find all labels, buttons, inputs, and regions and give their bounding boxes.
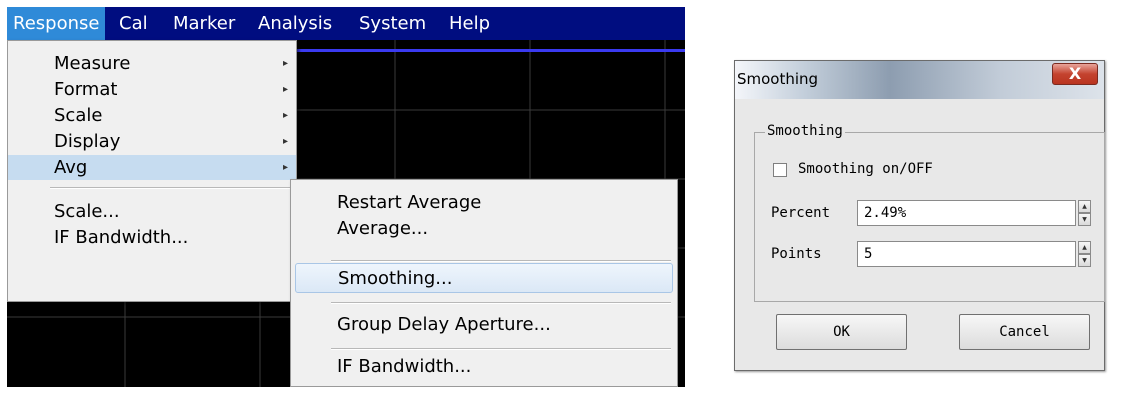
menu-item-avg[interactable]: Avg ▸ [8, 155, 296, 180]
submenu-arrow-icon: ▸ [282, 84, 288, 95]
submenu-arrow-icon: ▸ [282, 58, 288, 69]
menu-item-display[interactable]: Display ▸ [8, 129, 296, 154]
menu-item-label: Format [54, 79, 118, 100]
groupbox-label: Smoothing [765, 123, 845, 139]
menu-item-label: Measure [54, 53, 131, 74]
points-spinner: ▲ ▼ [1078, 241, 1091, 267]
smoothing-checkbox-label[interactable]: Smoothing on/OFF [798, 161, 933, 177]
analyzer-window: Response Cal Marker Analysis System Help… [7, 7, 685, 387]
submenu-arrow-icon: ▸ [282, 136, 288, 147]
spin-up-button[interactable]: ▲ [1078, 241, 1091, 254]
spin-up-button[interactable]: ▲ [1078, 200, 1091, 213]
trace-line [293, 49, 685, 52]
spin-down-button[interactable]: ▼ [1078, 254, 1091, 267]
menu-item-scale-dialog[interactable]: Scale... [8, 199, 296, 224]
menu-analysis[interactable]: Analysis [252, 7, 338, 40]
cancel-button[interactable]: Cancel [959, 314, 1090, 350]
menu-separator [331, 348, 671, 350]
smoothing-checkbox[interactable] [773, 163, 787, 177]
submenu-arrow-icon: ▸ [282, 162, 288, 173]
submenu-item-average[interactable]: Average... [291, 214, 677, 244]
ok-button[interactable]: OK [776, 314, 907, 350]
menu-bar: Response Cal Marker Analysis System Help [7, 7, 685, 40]
menu-cal[interactable]: Cal [113, 7, 154, 40]
menu-item-label: Scale [54, 105, 103, 126]
submenu-item-if-bandwidth[interactable]: IF Bandwidth... [291, 352, 677, 382]
percent-field[interactable]: 2.49% [857, 200, 1076, 226]
menu-item-measure[interactable]: Measure ▸ [8, 51, 296, 76]
smoothing-dialog: Smoothing X Smoothing Smoothing on/OFF P… [734, 60, 1105, 371]
submenu-arrow-icon: ▸ [282, 110, 288, 121]
dialog-titlebar[interactable]: Smoothing X [735, 61, 1104, 99]
submenu-item-group-delay-aperture[interactable]: Group Delay Aperture... [291, 310, 677, 340]
avg-submenu: Restart Average Average... Smoothing... … [290, 179, 678, 387]
menu-item-if-bandwidth[interactable]: IF Bandwidth... [8, 225, 296, 250]
menu-item-format[interactable]: Format ▸ [8, 77, 296, 102]
menu-separator [50, 187, 292, 189]
menu-marker[interactable]: Marker [167, 7, 241, 40]
menu-response[interactable]: Response [7, 7, 106, 40]
percent-spinner: ▲ ▼ [1078, 200, 1091, 226]
spin-down-button[interactable]: ▼ [1078, 213, 1091, 226]
close-button[interactable]: X [1052, 63, 1098, 85]
points-label: Points [771, 246, 822, 262]
menu-help[interactable]: Help [443, 7, 496, 40]
menu-item-scale[interactable]: Scale ▸ [8, 103, 296, 128]
percent-label: Percent [771, 205, 831, 221]
menu-separator [331, 302, 671, 304]
menu-system[interactable]: System [353, 7, 432, 40]
menu-item-label: Display [54, 131, 121, 152]
points-field[interactable]: 5 [857, 241, 1076, 267]
menu-item-label: Avg [54, 157, 88, 178]
dialog-title: Smoothing [737, 70, 819, 88]
menu-separator [331, 260, 671, 262]
response-dropdown: Measure ▸ Format ▸ Scale ▸ Display ▸ Avg… [7, 40, 297, 302]
submenu-item-smoothing[interactable]: Smoothing... [295, 263, 673, 293]
close-icon: X [1068, 64, 1082, 83]
